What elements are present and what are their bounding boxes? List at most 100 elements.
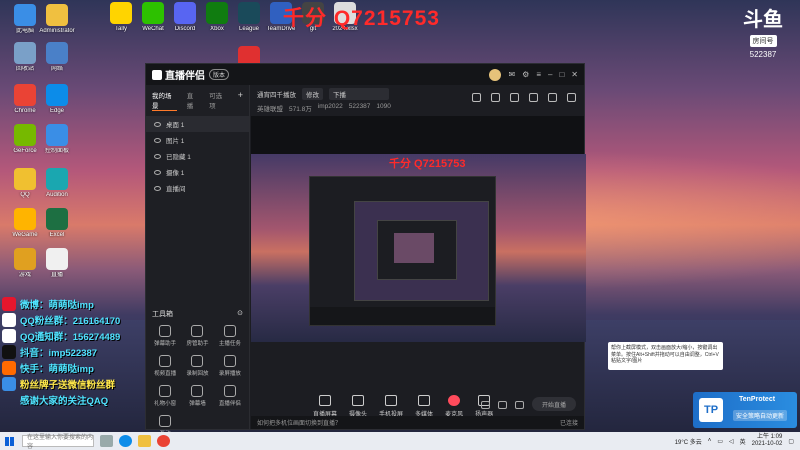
desktop-icon-label: 控制面板 — [44, 148, 69, 154]
source-control[interactable]: 摄像头 — [349, 394, 367, 418]
eye-icon[interactable] — [154, 153, 161, 159]
source-control[interactable]: 麦克风 — [445, 394, 463, 418]
add-scene-icon[interactable]: + — [238, 90, 243, 111]
input-lang[interactable]: 英 — [740, 437, 746, 446]
qq-group-icon — [2, 313, 16, 327]
source-control[interactable]: 手机投屏 — [379, 394, 403, 418]
layout-icon[interactable] — [472, 93, 481, 102]
game-icon — [14, 248, 36, 270]
share-icon[interactable] — [567, 93, 576, 102]
desktop-icon[interactable]: Edge — [36, 84, 78, 115]
desktop-icon[interactable]: Audition — [36, 168, 78, 199]
eye-icon[interactable] — [154, 121, 161, 127]
control-icon — [385, 394, 398, 406]
tool-icon — [159, 355, 172, 367]
clock[interactable]: 上午 1:09 2021-10-02 — [752, 434, 783, 448]
tool-label: 视频直播 — [154, 371, 177, 377]
footer-tip[interactable]: 如何把多机位画面切换到直播？ — [257, 418, 341, 427]
app-icon — [46, 248, 68, 270]
tenprotect-title: TenProtect — [739, 396, 776, 403]
chevron-up-icon[interactable]: ˄ — [708, 438, 712, 444]
wechat-icon — [142, 2, 164, 24]
main-area: 通宵四千播放 修改 下播 英雄联盟 571.8万 imp2022 522387 … — [251, 85, 723, 429]
overlay-line: 微博：萌萌哒imp — [2, 296, 147, 312]
scene-label: 图片 1 — [166, 138, 185, 145]
tool-item[interactable]: 录屏播放 — [214, 355, 246, 377]
camera-icon[interactable] — [481, 401, 490, 409]
tool-label: 录制回放 — [186, 371, 209, 377]
menu-icon[interactable]: ≡ — [536, 70, 541, 79]
tool-item[interactable]: 直播伴侣 — [214, 385, 246, 407]
scene-item[interactable]: 直播间 — [146, 180, 249, 196]
desktop-icon[interactable]: 直播 — [36, 248, 78, 279]
network-tray-icon[interactable]: ▭ — [717, 438, 723, 445]
message-icon[interactable]: ✉ — [508, 70, 515, 79]
source-control[interactable]: 多媒体 — [415, 394, 433, 418]
edge-taskbar-icon[interactable] — [119, 435, 132, 447]
game-category: 英雄联盟 — [257, 106, 283, 113]
hint-tooltip: 帮你上截屏模式，双击画面放大/缩小，按键调出菜单。按住Alt+Shift并拖动可… — [608, 342, 723, 370]
bell-icon[interactable] — [548, 93, 557, 102]
lock-icon[interactable] — [491, 93, 500, 102]
desktop-icon-label: Administrator — [39, 28, 75, 34]
network-icon — [46, 42, 68, 64]
desktop-icon[interactable]: Administrator — [36, 4, 78, 35]
explorer-taskbar-icon[interactable] — [138, 435, 151, 447]
stream-preview[interactable]: 千分 Q7215753 — [251, 154, 586, 342]
nvidia-icon — [14, 124, 36, 146]
tool-item[interactable]: 礼物小窗 — [149, 385, 181, 407]
overlay-line: 抖音：imp522387 — [2, 344, 147, 360]
edge-icon — [46, 84, 68, 106]
edit-title-button[interactable]: 修改 — [302, 88, 323, 100]
room-number: 522387 — [749, 50, 777, 59]
notification-icon[interactable]: ▢ — [788, 438, 794, 445]
toolbox-more-icon[interactable]: ⊙ — [237, 309, 243, 319]
settings-icon[interactable] — [515, 401, 524, 409]
beauty-icon[interactable] — [498, 401, 507, 409]
desktop-icon[interactable]: 控制面板 — [36, 124, 78, 155]
avatar[interactable] — [489, 68, 502, 81]
scene-item[interactable]: 图片 1 — [146, 132, 249, 148]
category-select[interactable]: 下播 — [329, 88, 389, 100]
start-button[interactable] — [0, 432, 18, 450]
maximize-icon[interactable]: □ — [559, 70, 564, 79]
preview-nested-4 — [394, 233, 434, 263]
tool-icon — [223, 325, 236, 337]
tool-item[interactable]: 房管助手 — [181, 325, 213, 347]
source-control[interactable]: 直播屏幕 — [313, 394, 337, 418]
shirt-icon[interactable]: ⚙ — [522, 70, 529, 79]
desktop-icon[interactable]: 网络 — [36, 42, 78, 73]
tool-item[interactable]: 弹幕墙 — [181, 385, 213, 407]
screenshot-icon[interactable] — [510, 93, 519, 102]
overlay-line: 感谢大家的关注QAQ — [2, 392, 147, 408]
scene-item[interactable]: 桌面 1 — [146, 116, 249, 132]
eye-icon[interactable] — [154, 185, 161, 191]
tool-item[interactable]: 主播任务 — [214, 325, 246, 347]
top-toolbar — [472, 93, 576, 102]
tool-item[interactable]: 录制回放 — [181, 355, 213, 377]
desktop-icon[interactable]: Excel — [36, 208, 78, 239]
taskview-icon[interactable] — [100, 435, 113, 447]
close-icon[interactable]: ✕ — [571, 70, 578, 79]
brand-name: 直播伴侣 — [165, 71, 205, 82]
scene-item[interactable]: 已隐藏 1 — [146, 148, 249, 164]
minimize-icon[interactable]: – — [548, 70, 552, 79]
start-live-button[interactable]: 开始直播 — [532, 397, 576, 411]
weather-text[interactable]: 19°C 多云 — [675, 437, 702, 446]
chrome-taskbar-icon[interactable] — [157, 435, 170, 447]
scene-label: 摄像 1 — [166, 170, 185, 177]
tool-item[interactable]: 弹幕助手 — [149, 325, 181, 347]
tab-scenes[interactable]: 我的场景 — [152, 90, 177, 111]
tab-options[interactable]: 可选项 — [209, 90, 228, 111]
tenprotect-notification[interactable]: TP TenProtect 安全策略自动更新 — [693, 392, 797, 428]
eye-icon[interactable] — [154, 137, 161, 143]
preview-nested-2 — [354, 201, 489, 301]
tool-item[interactable]: 视频直播 — [149, 355, 181, 377]
volume-icon[interactable]: ◁ — [729, 438, 734, 445]
record-icon[interactable] — [529, 93, 538, 102]
eye-icon[interactable] — [154, 169, 161, 175]
sidebar-tabs: 我的场景 直播 可选项 + — [146, 85, 249, 116]
tab-live[interactable]: 直播 — [187, 90, 199, 111]
taskbar-search[interactable]: 在这里输入你要搜索的内容 — [22, 435, 94, 450]
scene-item[interactable]: 摄像 1 — [146, 164, 249, 180]
